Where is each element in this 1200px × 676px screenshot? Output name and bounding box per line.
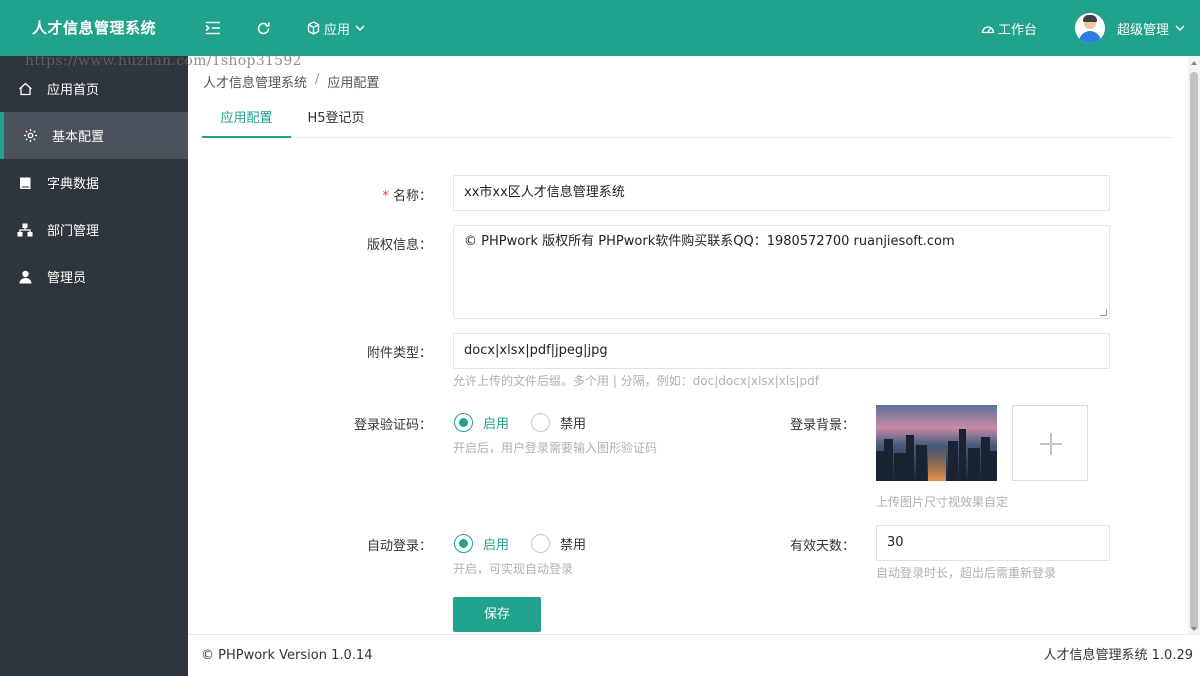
sidebar-item-label: 基本配置 bbox=[52, 130, 105, 145]
menu-fold-icon[interactable] bbox=[205, 0, 221, 56]
workbench-button[interactable]: 工作台 bbox=[981, 0, 1037, 56]
sidebar-item-department[interactable]: 部门管理 bbox=[0, 206, 188, 253]
valid-days-input[interactable]: 30 bbox=[876, 525, 1110, 561]
tab-h5-register[interactable]: H5登记页 bbox=[298, 100, 374, 138]
tab-app-config[interactable]: 应用配置 bbox=[202, 100, 291, 138]
name-input[interactable]: xx市xx区人才信息管理系统 bbox=[453, 175, 1110, 211]
radio-checked-icon bbox=[454, 534, 473, 553]
attachment-input[interactable]: docx|xlsx|pdf|jpeg|jpg bbox=[453, 333, 1110, 369]
sidebar-item-label: 部门管理 bbox=[47, 224, 100, 239]
scrollbar[interactable] bbox=[1188, 56, 1200, 634]
captcha-enable-radio[interactable]: 启用 bbox=[454, 413, 509, 432]
radio-unchecked-icon bbox=[531, 413, 550, 432]
sidebar-item-home[interactable]: 应用首页 bbox=[0, 65, 188, 112]
sidebar-item-label: 管理员 bbox=[47, 271, 87, 286]
scrollbar-thumb[interactable] bbox=[1190, 72, 1198, 630]
app-menu-label: 应用 bbox=[324, 22, 351, 38]
breadcrumb-root[interactable]: 人才信息管理系统 bbox=[203, 72, 307, 91]
gear-icon bbox=[22, 128, 38, 144]
sidebar-item-label: 应用首页 bbox=[47, 83, 100, 98]
auto-login-disable-label: 禁用 bbox=[560, 538, 587, 553]
top-header: 人才信息管理系统 应用 工作台 超级管理 bbox=[0, 0, 1200, 56]
copyright-value: © PHPwork 版权所有 PHPwork软件购买联系QQ：198057270… bbox=[464, 234, 955, 249]
login-bg-help: 上传图片尺寸视效果自定 bbox=[876, 495, 1009, 509]
footer-version: © PHPwork Version 1.0.14 bbox=[201, 648, 373, 663]
attachment-help: 允许上传的文件后缀。多个用 | 分隔，例如：doc|docx|xlsx|xls|… bbox=[453, 374, 819, 388]
dashboard-icon bbox=[981, 22, 995, 35]
name-label-text: 名称： bbox=[392, 189, 432, 204]
refresh-icon[interactable] bbox=[256, 0, 271, 56]
radio-unchecked-icon bbox=[531, 534, 550, 553]
sidebar: 应用首页 基本配置 字典数据 部门管理 管理员 bbox=[0, 56, 188, 676]
save-button[interactable]: 保存 bbox=[453, 597, 541, 632]
copyright-label: 版权信息： bbox=[366, 238, 432, 253]
resize-handle[interactable] bbox=[1100, 309, 1107, 316]
auto-login-enable-radio[interactable]: 启用 bbox=[454, 534, 509, 553]
name-label: * 名称： bbox=[360, 185, 432, 204]
auto-login-enable-label: 启用 bbox=[483, 538, 510, 553]
valid-days-label: 有效天数： bbox=[789, 539, 855, 554]
org-tree-icon bbox=[17, 222, 33, 238]
breadcrumb-current: 应用配置 bbox=[327, 76, 380, 91]
app-menu-dropdown[interactable]: 应用 bbox=[307, 0, 365, 56]
chevron-down-icon bbox=[355, 25, 365, 31]
captcha-disable-label: 禁用 bbox=[560, 417, 587, 432]
avatar bbox=[1075, 13, 1105, 43]
auto-login-label: 自动登录： bbox=[366, 539, 432, 554]
auto-login-help: 开启，可实现自动登录 bbox=[453, 562, 574, 576]
valid-days-help: 自动登录时长，超出后需重新登录 bbox=[876, 566, 1057, 580]
captcha-help: 开启后，用户登录需要输入图形验证码 bbox=[453, 441, 658, 455]
captcha-enable-label: 启用 bbox=[483, 417, 510, 432]
workbench-label: 工作台 bbox=[998, 22, 1038, 38]
breadcrumb-separator: / bbox=[315, 72, 320, 87]
breadcrumb: 人才信息管理系统 / 应用配置 bbox=[203, 72, 379, 91]
book-icon bbox=[17, 175, 33, 191]
user-menu[interactable]: 超级管理 bbox=[1075, 0, 1185, 56]
copyright-textarea[interactable]: © PHPwork 版权所有 PHPwork软件购买联系QQ：198057270… bbox=[453, 225, 1110, 319]
watermark-text: https://www.huzhan.com/1shop31592 bbox=[25, 53, 302, 69]
user-icon bbox=[17, 269, 33, 285]
upload-image-button[interactable] bbox=[1012, 405, 1088, 481]
login-background-image[interactable] bbox=[876, 405, 997, 481]
cube-icon bbox=[307, 21, 320, 35]
chevron-down-icon bbox=[1175, 25, 1185, 31]
sidebar-item-admins[interactable]: 管理员 bbox=[0, 253, 188, 300]
scroll-down-icon[interactable] bbox=[1191, 627, 1197, 631]
home-icon bbox=[17, 81, 33, 97]
auto-login-disable-radio[interactable]: 禁用 bbox=[531, 534, 586, 553]
tab-bar: 应用配置 H5登记页 bbox=[202, 100, 1174, 138]
sidebar-item-basic-config[interactable]: 基本配置 bbox=[0, 112, 188, 159]
sidebar-item-label: 字典数据 bbox=[47, 177, 100, 192]
login-bg-label: 登录背景： bbox=[789, 418, 855, 433]
scroll-up-icon[interactable] bbox=[1191, 61, 1197, 65]
captcha-label: 登录验证码： bbox=[353, 418, 432, 433]
sidebar-item-dictionary[interactable]: 字典数据 bbox=[0, 159, 188, 206]
required-mark: * bbox=[382, 189, 389, 204]
footer-app-version: 人才信息管理系统 1.0.29 bbox=[1043, 648, 1193, 663]
app-title: 人才信息管理系统 bbox=[31, 19, 156, 37]
attachment-label: 附件类型： bbox=[366, 346, 432, 361]
user-name: 超级管理 bbox=[1117, 22, 1170, 38]
captcha-disable-radio[interactable]: 禁用 bbox=[531, 413, 586, 432]
footer: © PHPwork Version 1.0.14 人才信息管理系统 1.0.29 bbox=[188, 634, 1200, 676]
radio-checked-icon bbox=[454, 413, 473, 432]
